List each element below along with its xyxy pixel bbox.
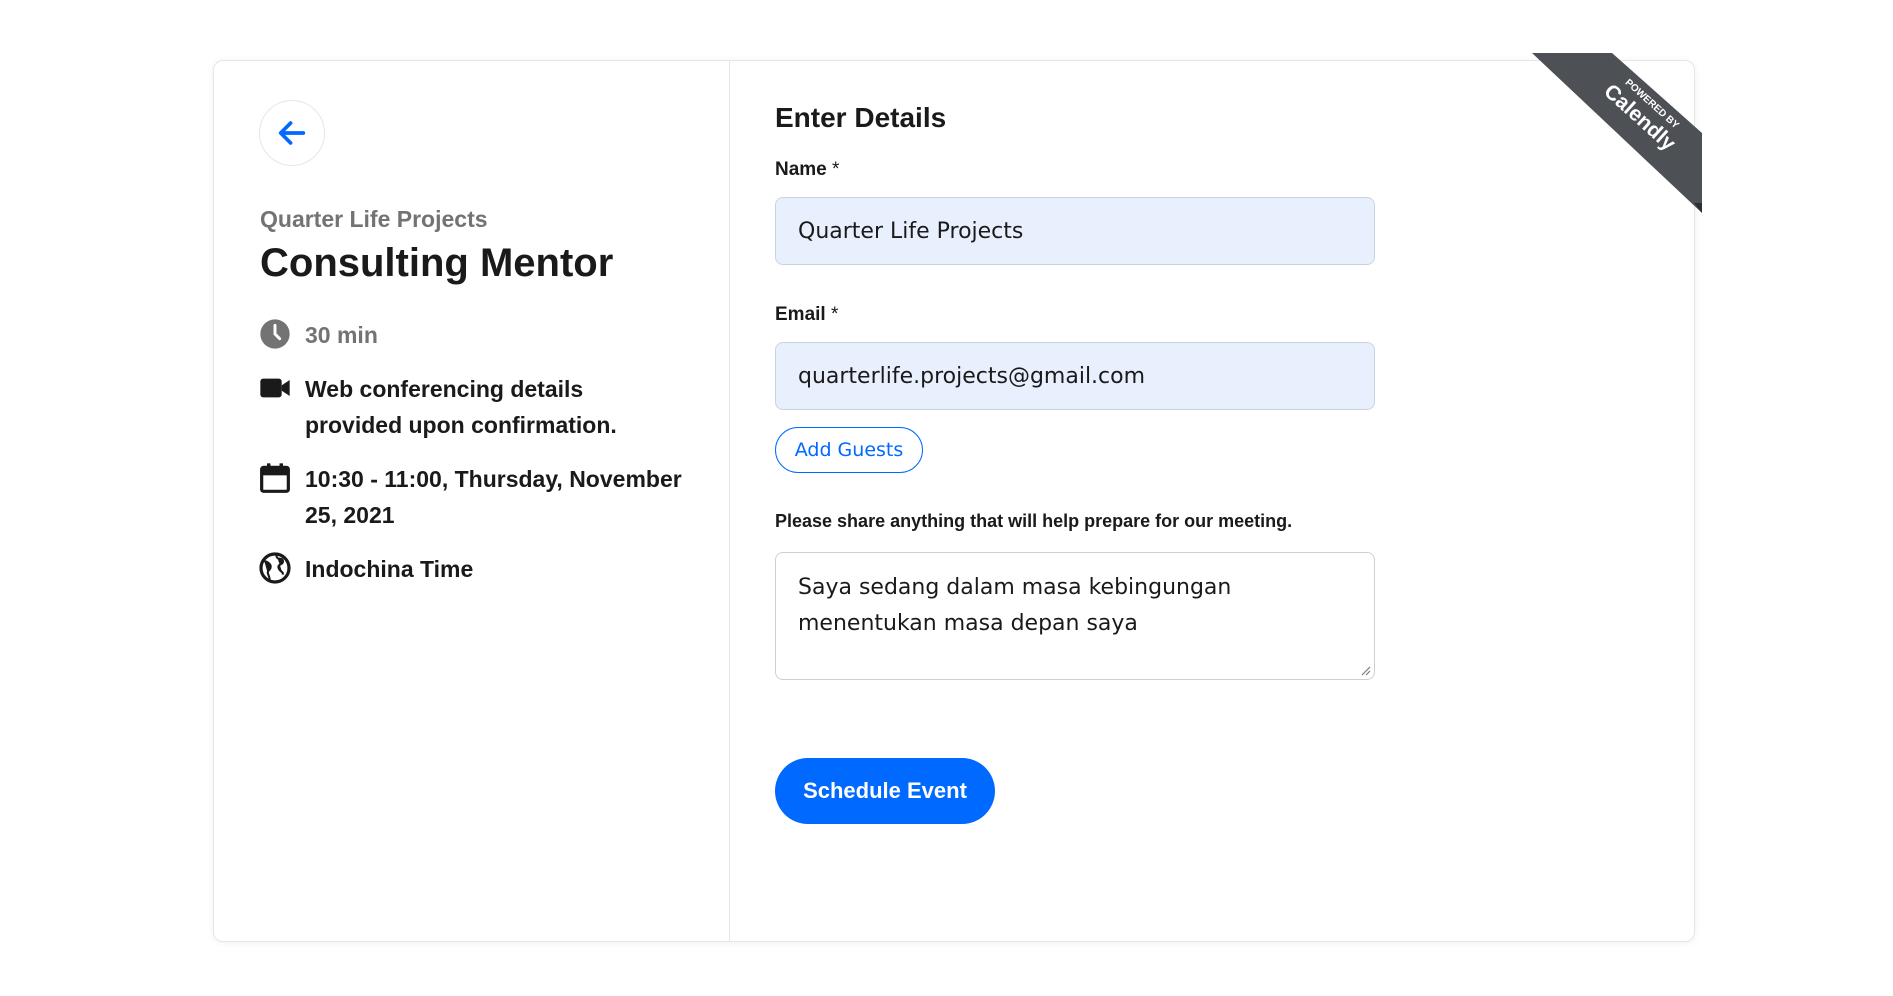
conferencing-line-1: Web conferencing details — [305, 376, 584, 402]
duration-text: 30 min — [305, 322, 378, 348]
name-value: Quarter Life Projects — [798, 218, 1024, 244]
conferencing-text: Web conferencing details provided upon c… — [305, 371, 617, 443]
schedule-event-button[interactable]: Schedule Event — [775, 758, 995, 824]
required-marker: * — [825, 304, 839, 325]
name-field[interactable]: Quarter Life Projects — [775, 197, 1375, 265]
arrow-left-icon — [278, 121, 306, 145]
booking-card: Quarter Life Projects Consulting Mentor … — [213, 53, 1702, 942]
email-field[interactable]: quarterlife.projects@gmail.com — [775, 342, 1375, 410]
notes-textarea[interactable]: Saya sedang dalam masa kebingungan menen… — [775, 552, 1375, 680]
globe-icon — [259, 552, 291, 584]
calendar-icon — [260, 463, 290, 493]
event-details-panel: Quarter Life Projects Consulting Mentor … — [214, 61, 730, 941]
clock-icon — [260, 319, 290, 349]
email-label: Email * — [775, 304, 838, 326]
conferencing-row: Web conferencing details provided upon c… — [259, 371, 699, 443]
form-heading: Enter Details — [775, 102, 947, 133]
event-title: Consulting Mentor — [260, 241, 614, 285]
email-label-text: Email — [775, 304, 826, 325]
host-name: Quarter Life Projects — [260, 206, 488, 232]
timezone-row: Indochina Time — [259, 551, 699, 587]
video-camera-icon — [260, 378, 290, 398]
datetime-line-2: 25, 2021 — [305, 502, 395, 528]
add-guests-button[interactable]: Add Guests — [775, 427, 923, 473]
duration-row: 30 min — [259, 317, 699, 353]
required-marker: * — [826, 159, 840, 180]
back-button[interactable] — [259, 100, 325, 166]
timezone-text: Indochina Time — [305, 556, 474, 582]
resize-handle-icon[interactable] — [1359, 664, 1371, 676]
notes-label: Please share anything that will help pre… — [775, 511, 1293, 531]
notes-value: Saya sedang dalam masa kebingungan menen… — [798, 575, 1232, 636]
email-value: quarterlife.projects@gmail.com — [798, 363, 1146, 389]
datetime-line-1: 10:30 - 11:00, Thursday, November — [305, 466, 682, 492]
conferencing-line-2: provided upon confirmation. — [305, 412, 617, 438]
datetime-row: 10:30 - 11:00, Thursday, November 25, 20… — [259, 461, 699, 533]
name-label: Name * — [775, 159, 839, 181]
datetime-text: 10:30 - 11:00, Thursday, November 25, 20… — [305, 461, 682, 533]
powered-by-calendly-badge[interactable]: POWERED BY Calendly — [1532, 53, 1702, 213]
name-label-text: Name — [775, 159, 827, 180]
